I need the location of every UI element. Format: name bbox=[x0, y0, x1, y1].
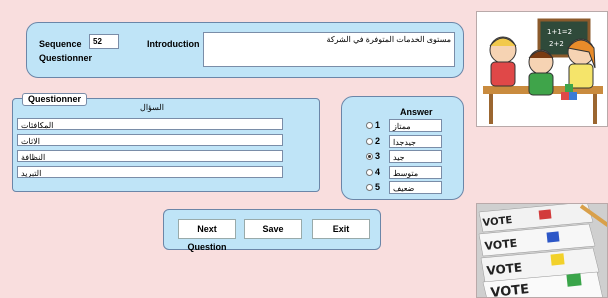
answer-option-field[interactable]: جيدجدا bbox=[389, 134, 442, 148]
questions-column-header: السؤال bbox=[140, 103, 164, 112]
answer-option-field[interactable]: ممتاز bbox=[389, 119, 442, 132]
answer-radio-4[interactable] bbox=[366, 168, 373, 176]
question-row[interactable]: المكافئات bbox=[17, 118, 283, 130]
answer-radio-3[interactable] bbox=[366, 153, 373, 160]
answer-number: 3 bbox=[375, 151, 381, 161]
answer-title: Answer bbox=[400, 107, 433, 117]
question-row[interactable]: التبريد bbox=[17, 166, 283, 178]
answer-option-field[interactable]: متوسط bbox=[389, 165, 442, 179]
answer-number: 4 bbox=[375, 166, 381, 177]
kids-illustration: 1+1=2 2+2 bbox=[483, 18, 603, 124]
answer-number: 2 bbox=[375, 135, 381, 146]
introduction-label: Introduction bbox=[147, 39, 200, 49]
vote-ballots-illustration: VOTEVOTEVOTEVOTE bbox=[477, 204, 607, 297]
next-question-button[interactable]: Next Question bbox=[178, 219, 236, 252]
header-panel: Sequence 52 Questionner Introduction مست… bbox=[26, 22, 464, 78]
buttons-panel: Next Question Save Exit bbox=[163, 209, 381, 252]
answer-number: 5 bbox=[375, 182, 381, 192]
save-button[interactable]: Save bbox=[244, 219, 302, 239]
sequence-label: Sequence bbox=[39, 39, 82, 49]
answer-number: 1 bbox=[375, 120, 381, 130]
questionner-label: Questionner bbox=[39, 53, 93, 63]
sequence-field[interactable]: 52 bbox=[89, 34, 119, 49]
vote-image: VOTE VOTE VOTE VOTE bbox=[476, 203, 608, 298]
introduction-field[interactable]: مستوى الخدمات المتوفرة في الشركة bbox=[203, 32, 455, 67]
question-row[interactable]: النظافة bbox=[17, 150, 283, 162]
answer-option-field[interactable]: ضعيف bbox=[389, 181, 442, 194]
answer-radio-5[interactable] bbox=[366, 184, 373, 191]
questions-title: Questionner bbox=[22, 93, 88, 106]
exit-button[interactable]: Exit bbox=[312, 219, 370, 239]
answer-option-field[interactable]: جيد bbox=[389, 150, 442, 163]
question-row[interactable]: الاثاث bbox=[17, 134, 283, 146]
kids-classroom-image: 1+1=2 2+2 bbox=[476, 11, 608, 127]
answer-radio-2[interactable] bbox=[366, 137, 373, 145]
svg-text:2+2: 2+2 bbox=[549, 40, 564, 48]
svg-text:1+1=2: 1+1=2 bbox=[547, 28, 572, 36]
answer-radio-1[interactable] bbox=[366, 122, 373, 129]
